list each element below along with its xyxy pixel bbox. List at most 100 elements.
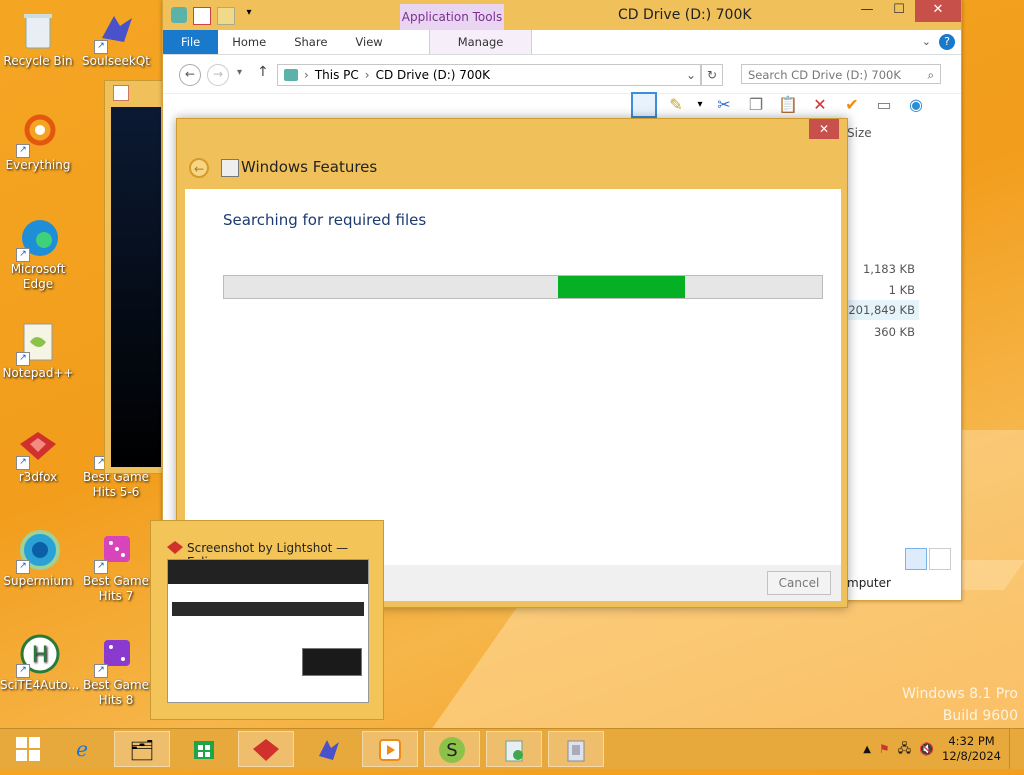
up-button[interactable]: ↑ [257, 64, 269, 80]
details-view-button[interactable] [905, 548, 927, 570]
help-icon[interactable]: ? [939, 34, 955, 50]
back-button[interactable]: ← [179, 64, 201, 86]
s-app-taskbar-icon[interactable]: S [424, 731, 480, 767]
file-size-selected[interactable]: 201,849 KB [844, 300, 919, 320]
close-button[interactable]: ✕ [915, 0, 961, 22]
back-arrow-icon[interactable]: ← [189, 158, 209, 178]
file-size: 1,183 KB [862, 262, 915, 276]
svg-text:H: H [32, 643, 49, 668]
media-player-taskbar-icon[interactable] [362, 731, 418, 767]
clock-time: 4:32 PM [948, 734, 995, 748]
r3dfox-icon [167, 539, 183, 555]
recycle-app-taskbar-icon[interactable] [486, 731, 542, 767]
tab-home[interactable]: Home [218, 30, 280, 54]
copy-icon[interactable]: ❐ [743, 92, 769, 118]
shortcut-arrow-icon: ↗ [94, 664, 108, 678]
desktop-icon-label: Everything [5, 158, 71, 172]
file-explorer-icon[interactable]: 🗂 [114, 731, 170, 767]
taskbar: ℯ 🗂 S ▲ ⚑ 🖧 🔇 4:32 PM 12/8/2024 [0, 728, 1024, 769]
show-hidden-icons-icon[interactable]: ▲ [863, 744, 871, 755]
desktop-icon-label: Best Game Hits 7 [82, 574, 150, 603]
store-icon[interactable] [176, 731, 232, 767]
column-header-size[interactable]: Size [847, 126, 872, 140]
background-window-content [111, 107, 161, 467]
desktop-icon-r3dfox[interactable]: ↗ r3dfox [0, 424, 76, 485]
desktop-icon-supermium[interactable]: ↗ Supermium [0, 528, 76, 589]
progress-bar [223, 275, 823, 299]
watermark-build: Build 9600 [942, 708, 1018, 724]
desktop-icon-label: Notepad++ [2, 366, 74, 380]
preview-thumbnail[interactable] [167, 559, 369, 703]
background-window[interactable] [104, 80, 164, 474]
close-button[interactable]: ✕ [809, 119, 839, 139]
desktop-icon-soulseek[interactable]: ↗ SoulseekQt [78, 8, 154, 69]
file-size: 1 KB [888, 283, 915, 297]
customize-toolbar-icon[interactable]: ▾ [241, 7, 257, 23]
network-icon[interactable]: 🖧 [898, 739, 911, 760]
desktop-icon-best-game-hits-7[interactable]: ↗ Best Game Hits 7 [78, 528, 154, 604]
start-button[interactable] [0, 731, 56, 767]
desktop-icon-recycle-bin[interactable]: Recycle Bin [0, 8, 76, 69]
shortcut-arrow-icon: ↗ [16, 456, 30, 470]
clock[interactable]: 4:32 PM 12/8/2024 [942, 734, 1001, 764]
soulseek-taskbar-icon[interactable] [300, 731, 356, 767]
soulseek-icon: ↗ [94, 8, 138, 54]
large-icons-view-button[interactable] [929, 548, 951, 570]
action-center-icon[interactable]: ⚑ [879, 742, 890, 756]
desktop-icon-everything[interactable]: ↗ Everything [0, 112, 76, 173]
delete-icon[interactable]: ✕ [807, 92, 833, 118]
desktop-icon-label: SoulseekQt [81, 54, 150, 68]
breadcrumb-this-pc[interactable]: This PC [315, 68, 359, 82]
refresh-button[interactable]: ↻ [701, 64, 723, 86]
cut-icon[interactable]: ✂ [711, 92, 737, 118]
select-icon[interactable]: ✎ [663, 92, 689, 118]
new-folder-icon[interactable] [217, 7, 235, 25]
forward-button[interactable]: → [207, 64, 229, 86]
recent-locations-icon[interactable]: ▾ [237, 67, 242, 78]
desktop-icon-best-game-hits-8[interactable]: ↗ Best Game Hits 8 [78, 632, 154, 708]
desktop-icon-label: SciTE4Auto... [0, 678, 80, 692]
command-toolbar: ✎ ▾ ✂ ❐ 📋 ✕ ✔ ▭ ◉ [631, 92, 929, 120]
checkmark-icon[interactable]: ✔ [839, 92, 865, 118]
r3dfox-taskbar-icon[interactable] [238, 731, 294, 767]
maximize-button[interactable]: ☐ [883, 0, 915, 22]
tab-file[interactable]: File [163, 30, 219, 54]
cancel-button[interactable]: Cancel [767, 571, 831, 595]
address-dropdown-icon[interactable]: ⌄ [686, 68, 696, 82]
explorer-titlebar[interactable]: ▾ Application Tools CD Drive (D:) 700K —… [163, 0, 961, 30]
dialog-content: Searching for required files [185, 189, 841, 565]
tab-share[interactable]: Share [280, 30, 341, 54]
installer-taskbar-icon[interactable] [548, 731, 604, 767]
tab-view[interactable]: View [341, 30, 396, 54]
rename-icon[interactable]: ▭ [871, 92, 897, 118]
paste-icon[interactable]: 📋 [775, 92, 801, 118]
taskbar-thumbnail-preview[interactable]: Screenshot by Lightshot — Ecli... [150, 520, 384, 720]
progress-fill [558, 276, 685, 298]
window-title: CD Drive (D:) 700K [618, 7, 752, 23]
desktop-icon-scite[interactable]: H ↗ SciTE4Auto... [0, 632, 80, 693]
show-desktop-button[interactable] [1009, 729, 1016, 769]
tab-manage[interactable]: Manage [428, 30, 533, 54]
dialog-title: Windows Features [241, 158, 378, 176]
address-path[interactable]: › This PC › CD Drive (D:) 700K ⌄ [277, 64, 701, 86]
status-fragment: mputer [847, 576, 891, 590]
thumbnail-image [302, 648, 362, 676]
volume-muted-icon[interactable]: 🔇 [919, 742, 934, 756]
dropdown-icon[interactable]: ▾ [695, 92, 705, 118]
minimize-button[interactable]: — [851, 0, 883, 22]
layout-pane-icon[interactable] [631, 92, 657, 118]
r3dfox-icon: ↗ [16, 424, 60, 470]
file-size: 360 KB [873, 325, 915, 339]
thumbnail-content-bar [172, 602, 364, 616]
desktop-icon-edge[interactable]: ↗ Microsoft Edge [0, 216, 76, 292]
internet-explorer-icon[interactable]: ℯ [54, 731, 110, 767]
desktop-icon-notepadpp[interactable]: ↗ Notepad++ [0, 320, 76, 381]
shortcut-arrow-icon: ↗ [16, 352, 30, 366]
breadcrumb-cd-drive[interactable]: CD Drive (D:) 700K [376, 68, 490, 82]
globe-icon[interactable]: ◉ [903, 92, 929, 118]
system-tray: ▲ ⚑ 🖧 🔇 4:32 PM 12/8/2024 [863, 729, 1016, 769]
drive-icon [284, 69, 298, 81]
chevron-down-icon[interactable]: ⌄ [922, 35, 931, 48]
properties-icon[interactable] [193, 7, 211, 25]
search-input[interactable]: Search CD Drive (D:) 700K ⌕ [741, 64, 941, 84]
